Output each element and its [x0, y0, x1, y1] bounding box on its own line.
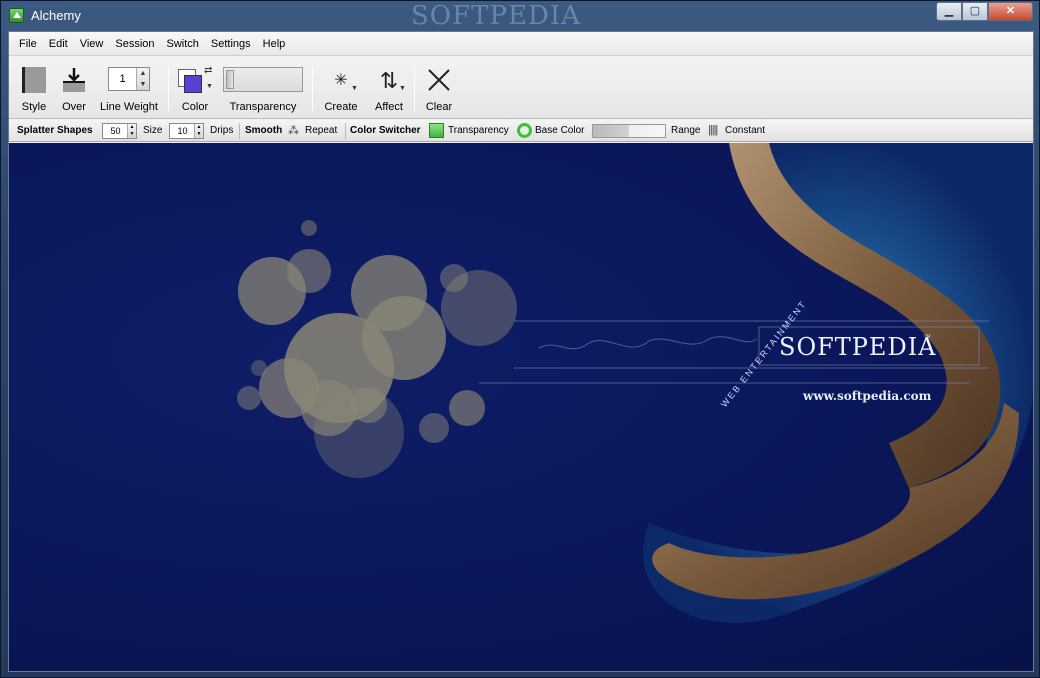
size-label: Size [143, 125, 163, 136]
color-tool[interactable]: ⇄ ▼ Color [173, 57, 217, 119]
range-label: Range [671, 125, 701, 136]
transparency-swatch-icon[interactable] [429, 123, 444, 138]
style-tool[interactable]: Style [15, 57, 53, 119]
drips-label: Drips [210, 125, 234, 136]
alchemy-app-icon [9, 8, 24, 23]
repeat-icon: ⁂ [288, 125, 299, 137]
color-swatch-icon: ⇄ ▼ [178, 65, 213, 95]
toolbar-divider [168, 67, 169, 111]
dropdown-arrow-icon: ▼ [206, 83, 213, 90]
minimize-button[interactable]: ▁ [936, 2, 962, 21]
clear-tool[interactable]: Clear [419, 57, 459, 119]
client-area: File Edit View Session Switch Settings H… [8, 31, 1034, 672]
toolbar-divider [312, 67, 313, 111]
subbar-divider [239, 123, 240, 139]
base-color-option[interactable]: Base Color [535, 120, 584, 142]
style-label: Style [21, 101, 47, 113]
repeat-toggle[interactable]: Repeat [305, 120, 337, 142]
menu-settings[interactable]: Settings [205, 38, 257, 50]
transparency-tool: Transparency [221, 57, 305, 119]
subbar-divider [345, 123, 346, 139]
transparency-option[interactable]: Transparency [448, 120, 509, 142]
create-label: Create [324, 101, 358, 113]
transparency-slider[interactable] [223, 67, 303, 92]
clear-label: Clear [425, 101, 453, 113]
affect-label: Affect [375, 101, 403, 113]
drawing-canvas[interactable]: SOFTPEDIA ™ www.softpedia.com WEB ENTERT… [9, 143, 1033, 671]
splatter-blob [237, 220, 517, 478]
title-watermark: SOFTPEDIA [411, 1, 581, 31]
drips-value[interactable]: 10 [170, 124, 195, 138]
spin-arrows-icon[interactable]: ▲ ▼ [136, 68, 149, 90]
spin-arrows-icon[interactable]: ▲ ▼ [194, 124, 203, 138]
affect-tool[interactable]: ⇅ ▼ Affect [367, 57, 411, 119]
shape-options-bar: Splatter Shapes 50 ▲ ▼ Size 10 ▲ ▼ Drips S… [9, 120, 1033, 142]
smooth-toggle[interactable]: Smooth [245, 120, 282, 142]
create-tool[interactable]: ✳ ▼ Create [319, 57, 363, 119]
style-icon [22, 67, 46, 93]
main-toolbar: Style Over 1 ▲ ▼ Line Weight ⇄ ▼ Color T… [9, 57, 1033, 119]
swap-icon: ⇄ [204, 65, 213, 76]
dropdown-arrow-icon: ▼ [399, 85, 406, 92]
affect-arrows-icon: ⇅ [379, 68, 399, 93]
size-spinner[interactable]: 50 ▲ ▼ [102, 123, 137, 139]
line-weight-label: Line Weight [100, 101, 158, 113]
line-weight-spinner[interactable]: 1 ▲ ▼ [108, 67, 150, 91]
over-tool[interactable]: Over [57, 57, 91, 119]
drips-spinner[interactable]: 10 ▲ ▼ [169, 123, 204, 139]
clear-x-icon [428, 69, 450, 91]
sparkle-icon: ✳ [334, 72, 348, 89]
menu-help[interactable]: Help [257, 38, 292, 50]
dropdown-arrow-icon: ▼ [351, 85, 358, 92]
color-label: Color [181, 101, 209, 113]
download-arrow-icon [63, 68, 85, 92]
menu-file[interactable]: File [13, 38, 43, 50]
base-color-ring-icon[interactable] [517, 123, 532, 138]
menu-session[interactable]: Session [109, 38, 160, 50]
menu-view[interactable]: View [74, 38, 110, 50]
website-url-text: www.softpedia.com [803, 389, 932, 403]
over-label: Over [62, 101, 86, 113]
menu-edit[interactable]: Edit [43, 38, 74, 50]
color-switcher-label: Color Switcher [350, 125, 421, 136]
transparency-label: Transparency [229, 101, 297, 113]
range-slider[interactable] [592, 124, 666, 138]
title-bar[interactable]: Alchemy SOFTPEDIA ▁ ▢ ✕ [1, 1, 1039, 31]
trademark-mark: ™ [923, 333, 931, 342]
menu-switch[interactable]: Switch [161, 38, 205, 50]
constant-option[interactable]: Constant [725, 120, 765, 142]
size-value[interactable]: 50 [103, 124, 128, 138]
line-weight-value[interactable]: 1 [109, 68, 136, 90]
menu-bar: File Edit View Session Switch Settings H… [9, 32, 1033, 56]
app-window: Alchemy SOFTPEDIA ▁ ▢ ✕ File Edit View S… [0, 0, 1040, 678]
softpedia-logo-text: SOFTPEDIA [779, 333, 937, 361]
splatter-shapes-label: Splatter Shapes [17, 125, 93, 136]
line-weight-tool: 1 ▲ ▼ Line Weight [97, 57, 161, 119]
toolbar-divider [414, 67, 415, 111]
window-title: Alchemy [31, 8, 81, 23]
barcode-icon: ||||| [708, 124, 718, 136]
close-button[interactable]: ✕ [988, 2, 1033, 21]
slider-handle[interactable] [226, 70, 234, 89]
spin-arrows-icon[interactable]: ▲ ▼ [127, 124, 136, 138]
canvas-artwork [237, 143, 1033, 623]
maximize-button[interactable]: ▢ [962, 2, 988, 21]
